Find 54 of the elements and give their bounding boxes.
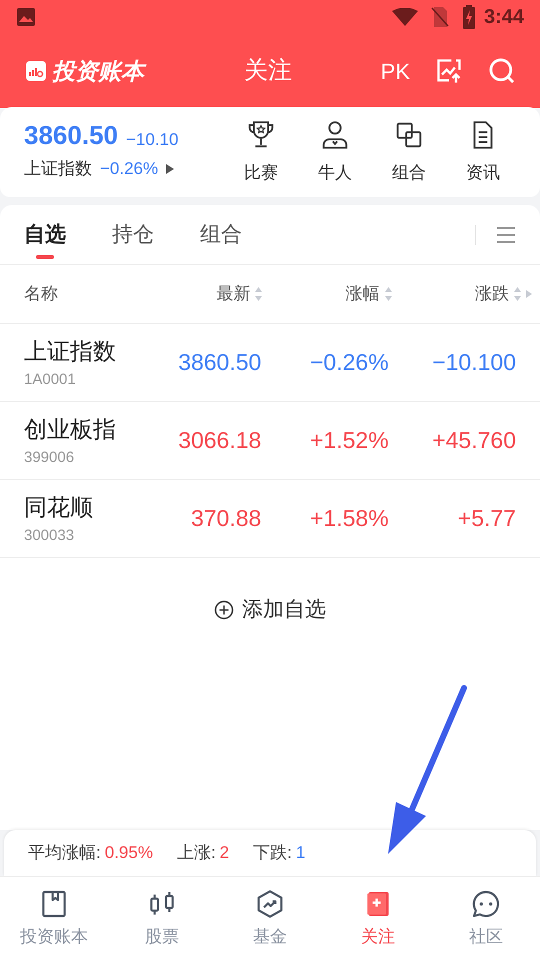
status-time: 3:44 [484, 5, 524, 30]
table-cell-text: +45.760 [431, 426, 516, 456]
stock-code: 300033 [24, 526, 76, 546]
nav-item[interactable]: 关注 [324, 877, 432, 960]
no-sim-icon [430, 6, 450, 28]
summary-value: 1 [296, 842, 306, 864]
column-header[interactable]: 涨跌 [474, 281, 509, 307]
table-cell-text: +1.52% [309, 426, 389, 456]
stock-name: 上证指数 [24, 337, 117, 366]
column-header[interactable]: 涨幅 [346, 281, 380, 307]
sort-icon [254, 286, 264, 302]
wifi-icon [392, 8, 418, 26]
index-name: 上证指数 [24, 158, 92, 180]
shortcut-button[interactable]: 牛人 [298, 118, 372, 186]
play-arrow-icon [166, 164, 174, 174]
index-percent: −0.26% [100, 158, 158, 180]
table-cell-text: +5.77 [456, 504, 516, 534]
index-change: −10.10 [126, 131, 178, 148]
logo-icon [24, 59, 48, 83]
summary-value: 2 [220, 842, 230, 864]
menu-button[interactable] [496, 226, 516, 244]
stock-code: 399006 [24, 448, 76, 468]
column-header: 名称 [24, 283, 59, 306]
summary-label: 平均涨幅: [28, 842, 101, 864]
stock-name: 同花顺 [24, 493, 94, 522]
tab[interactable]: 持仓 [112, 204, 154, 264]
image-icon [16, 7, 36, 27]
scroll-right-icon [526, 290, 532, 298]
stock-code: 1A0001 [24, 370, 77, 390]
table-cell-text: 3860.50 [177, 348, 262, 378]
sort-icon [512, 286, 522, 302]
table-cell-text: 3066.18 [177, 426, 262, 456]
battery-icon [462, 5, 476, 29]
shortcut-button[interactable]: 资讯 [446, 118, 520, 186]
table-cell-text: −0.26% [309, 348, 389, 378]
table-cell-text: 370.88 [190, 504, 262, 534]
app-logo-text: 投资账本 [52, 54, 144, 88]
header-title: 关注 [244, 56, 292, 86]
add-watchlist-button[interactable]: 添加自选 [214, 594, 326, 626]
tab[interactable]: 组合 [200, 204, 242, 264]
summary-label: 上涨: [176, 842, 216, 864]
sort-icon [384, 286, 393, 302]
search-button[interactable] [488, 57, 516, 85]
index-price: 3860.50 [24, 122, 118, 148]
stock-name: 创业板指 [24, 415, 117, 444]
summary-label: 下跌: [253, 842, 292, 864]
table-cell-text: +1.58% [309, 504, 389, 534]
column-header[interactable]: 最新 [216, 281, 250, 307]
tab[interactable]: 自选 [24, 204, 66, 264]
shortcut-button[interactable]: 比赛 [224, 118, 298, 186]
table-cell-text: −10.100 [431, 348, 516, 378]
summary-value: 0.95% [104, 842, 153, 864]
plus-circle-icon [214, 600, 234, 620]
shortcut-button[interactable]: 组合 [372, 118, 446, 186]
